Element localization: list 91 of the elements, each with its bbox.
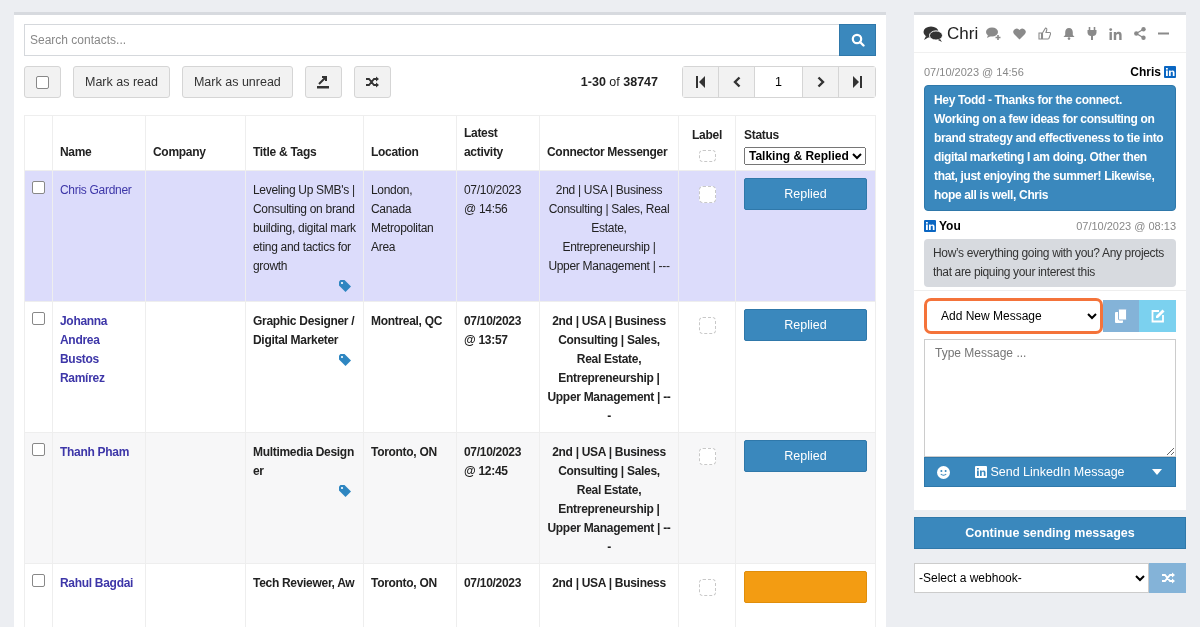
status-button[interactable]: Replied (744, 440, 867, 472)
previous-page-button[interactable] (719, 67, 755, 97)
sender-name: You (939, 219, 961, 233)
title-text: Multimedia Designer (253, 444, 355, 480)
shuffle-icon (1160, 572, 1175, 584)
status-button[interactable]: Replied (744, 178, 867, 210)
tag-icon[interactable] (339, 485, 351, 497)
activity-time: 07/10/2023 (464, 576, 522, 590)
location-text: Montreal, QC (371, 314, 443, 328)
last-page-icon (852, 76, 862, 88)
column-header: Connector Messenger (547, 144, 669, 161)
column-header: Location (371, 144, 420, 161)
shuffle-icon (365, 76, 380, 88)
message-time: 07/10/2023 @ 08:13 (1076, 220, 1176, 232)
contact-name-link[interactable]: Thanh Pham (60, 443, 138, 462)
column-header: Company (153, 144, 207, 161)
edit-icon (1150, 309, 1165, 323)
chat-icon (923, 25, 943, 42)
first-page-button[interactable] (683, 67, 719, 97)
message-bubble: How’s everything going with you? Any projects that are piquing your interest this (924, 239, 1176, 287)
activity-time: 07/10/2023 @ 12:45 (464, 445, 522, 478)
caret-icon (1152, 469, 1162, 475)
status-filter-dropdown[interactable]: Talking & Replied (744, 147, 866, 165)
message-field[interactable]: Type Message ... (924, 339, 1176, 457)
heart-icon[interactable] (1013, 27, 1027, 40)
toolbar-button[interactable]: Mark as read (73, 66, 170, 98)
template-dropdown[interactable]: Add New Message (924, 298, 1103, 334)
title-text: Leveling Up SMB's | Consulting on brand building, digital marketing and tactics for growth (253, 182, 356, 275)
chevron-right-icon (816, 76, 825, 88)
search-icon (850, 33, 865, 47)
table-row[interactable] (25, 170, 875, 301)
sender-name: Chris (1130, 65, 1161, 79)
row-checkbox[interactable] (32, 443, 45, 456)
location-text: Toronto, ON (371, 576, 437, 590)
result-count: 1-30 of 38747 (580, 75, 658, 89)
continue-button[interactable]: Continue sending messages (914, 517, 1186, 549)
select-all-checkbox[interactable] (36, 75, 49, 89)
title-text: Graphic Designer / Digital Marketer (253, 313, 356, 349)
connector-text: 2nd | USA | Business (552, 576, 666, 590)
title-text: Tech Reviewer, Aw (253, 575, 356, 592)
linkedin-icon (975, 466, 988, 478)
message-time: 07/10/2023 @ 14:56 (924, 66, 1024, 78)
linkedin-icon[interactable] (1109, 27, 1123, 40)
connector-text: 2nd | USA | Business Consulting | Sales, Real Estate, Entrepreneurship | Upper Management | --- (547, 314, 671, 423)
search-button[interactable] (839, 24, 876, 56)
tag-icon[interactable] (339, 280, 351, 292)
activity-time: 07/10/2023 @ 14:56 (464, 183, 522, 216)
smiley-icon (936, 465, 950, 479)
search-field[interactable]: Search contacts... (24, 24, 839, 56)
contact-name-link[interactable]: Rahul Bagdai (60, 574, 138, 593)
comment-add-icon[interactable] (986, 27, 1002, 40)
select-all-button[interactable] (24, 66, 61, 98)
webhook-dropdown[interactable]: -Select a webhook- (914, 563, 1149, 593)
chevron-left-icon (732, 76, 741, 88)
location-text: London, Canada Metropolitan Area (371, 183, 434, 254)
column-header: Name (60, 144, 93, 161)
connector-text: 2nd | USA | Business Consulting | Sales, Real Estate, Entrepreneurship | Upper Management | --- (548, 183, 670, 273)
location-text: Toronto, ON (371, 445, 437, 459)
row-checkbox[interactable] (32, 181, 45, 194)
column-header: Latest activity (464, 125, 504, 161)
activity-time: 07/10/2023 @ 13:57 (464, 314, 522, 347)
plug-icon[interactable] (1087, 27, 1098, 40)
contact-name-link[interactable]: Chris Gardner (60, 181, 138, 200)
next-page-button[interactable] (803, 67, 839, 97)
row-checkbox[interactable] (32, 312, 45, 325)
status-button[interactable]: Replied (744, 309, 867, 341)
bell-icon[interactable] (1063, 27, 1076, 40)
chat-title: Chri (947, 23, 979, 44)
message-bubble: Hey Todd - Thanks for the connect. Working on a few ideas for consulting on brand strategy and effectiveness to tie into digital marketing I am doing. Other then that, just enjoying the summer! Likewise, hope all is well, Chris (924, 85, 1176, 211)
copy-button[interactable] (1102, 300, 1140, 332)
tag-icon[interactable] (339, 354, 351, 366)
connector-text: 2nd | USA | Business Consulting | Sales, Real Estate, Entrepreneurship | Upper Management | --- (547, 445, 671, 554)
last-page-button[interactable] (839, 67, 875, 97)
linkedin-icon (1164, 66, 1176, 78)
linkedin-icon (924, 220, 936, 232)
copy-icon (1115, 309, 1127, 323)
table-row[interactable]: Rahul Bagdai Tech Reviewer, Aw Toronto, ON 07/10/2023 2nd | USA | Business (25, 563, 875, 627)
toolbar-button[interactable]: Mark as unread (181, 66, 293, 98)
row-checkbox[interactable] (32, 574, 45, 587)
shuffle-button[interactable] (353, 66, 391, 98)
contact-name-link[interactable]: Johanna Andrea Bustos Ramírez (60, 312, 138, 388)
table-row[interactable]: Thanh Pham Multimedia Designer Toronto, ON 07/10/2023 @ 12:45 2nd | USA | Business Consulting | Sales, Real Estate, Entrepreneurship | Upper Management | --- Replied (25, 432, 875, 563)
export-icon (316, 75, 331, 89)
thumbs-up-icon[interactable] (1038, 27, 1052, 40)
first-page-icon (695, 76, 706, 88)
column-header: Title & Tags (253, 144, 318, 161)
minimize-icon[interactable] (1158, 32, 1170, 35)
share-icon[interactable] (1134, 27, 1147, 40)
column-header: Label (692, 127, 722, 144)
column-header: Status (744, 127, 780, 144)
export-button[interactable] (304, 66, 342, 98)
